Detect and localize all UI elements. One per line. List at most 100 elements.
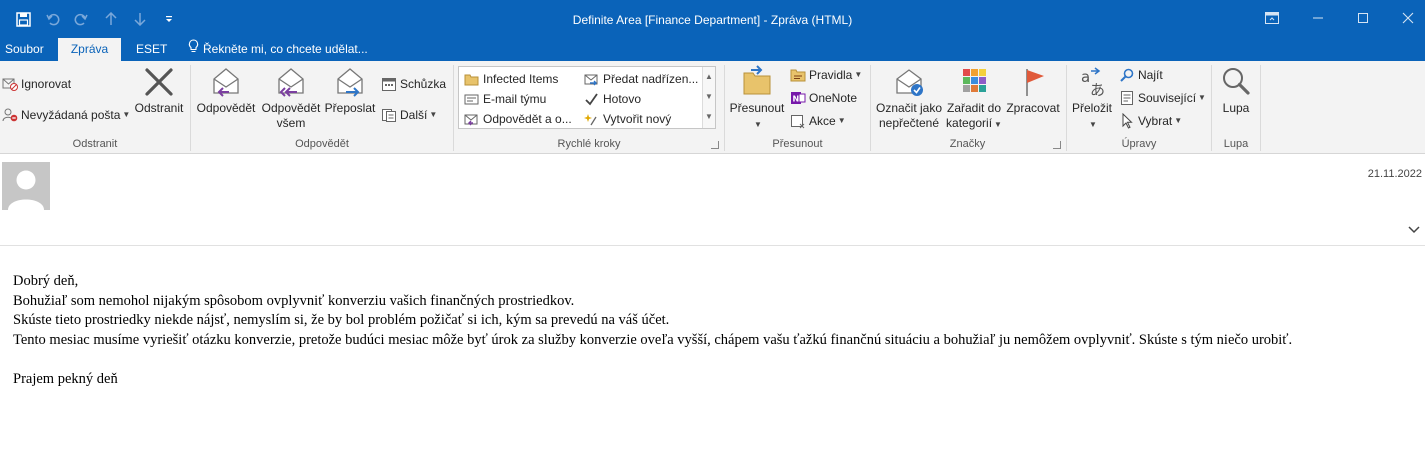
magnifier-icon: [1213, 65, 1259, 99]
tell-me-search[interactable]: Řekněte mi, co chcete udělat...: [188, 38, 368, 61]
delete-button[interactable]: Odstranit: [132, 65, 186, 116]
body-line: Tento mesiac musíme vyriešiť otázku konv…: [13, 331, 1293, 348]
junk-button[interactable]: Nevyžádaná pošta ▼: [2, 106, 130, 124]
mark-unread-button[interactable]: Označit jako nepřečtené: [874, 65, 944, 131]
meeting-button[interactable]: Schůzka: [381, 75, 446, 93]
quick-step-infected-items[interactable]: Infected Items: [463, 70, 558, 88]
chevron-down-icon: ▼: [122, 110, 131, 119]
ribbon-tabs: Soubor Zpráva ESET Řekněte mi, co chcete…: [0, 38, 1425, 61]
flag-icon: [1004, 65, 1062, 99]
meeting-calendar-icon: [381, 76, 397, 92]
search-icon: [1119, 67, 1135, 83]
folder-icon: [463, 71, 479, 87]
translate-icon: aあ: [1068, 65, 1116, 99]
lightbulb-icon: [188, 38, 199, 61]
rules-icon: [790, 67, 806, 83]
checkmark-icon: [583, 91, 599, 107]
reply-icon: [195, 65, 257, 99]
header-divider: [0, 245, 1425, 246]
tell-me-label: Řekněte mi, co chcete udělat...: [203, 42, 368, 56]
close-icon[interactable]: [1396, 8, 1420, 28]
chevron-down-icon: ▼: [854, 70, 863, 79]
onenote-button[interactable]: N OneNote: [790, 89, 857, 107]
related-button[interactable]: Související ▼: [1119, 89, 1206, 107]
quick-steps-launcher-icon[interactable]: [711, 141, 719, 149]
chevron-down-icon: ▼: [837, 116, 846, 125]
related-icon: [1119, 90, 1135, 106]
tab-soubor[interactable]: Soubor: [5, 38, 44, 61]
expand-header-chevron-icon[interactable]: [1407, 222, 1421, 236]
body-line: Dobrý deň,: [13, 273, 79, 289]
reply-all-button[interactable]: Odpovědět všem: [259, 65, 323, 131]
forward-button[interactable]: Přeposlat: [323, 65, 377, 116]
reply-button[interactable]: Odpovědět: [195, 65, 257, 116]
move-folder-icon: [728, 65, 786, 99]
mark-unread-icon: [874, 65, 944, 99]
svg-text:あ: あ: [1090, 81, 1105, 99]
delete-x-icon: [132, 65, 186, 99]
actions-icon: [790, 113, 806, 129]
sender-avatar: [2, 162, 50, 210]
group-divider: [1260, 65, 1261, 151]
translate-button[interactable]: aあ Přeložit ▼: [1068, 65, 1116, 132]
quick-step-reply-delete[interactable]: Odpovědět a o...: [463, 110, 572, 128]
forward-manager-icon: [583, 71, 599, 87]
group-label-tags: Značky: [949, 138, 986, 150]
categorize-button[interactable]: Zařadit do kategorií ▼: [944, 65, 1004, 132]
quick-step-to-manager[interactable]: Předat nadřízen...: [583, 70, 698, 88]
svg-text:a: a: [1081, 68, 1090, 86]
actions-button[interactable]: Akce ▼: [790, 112, 846, 130]
svg-text:N: N: [793, 95, 800, 104]
categorize-icon: [944, 65, 1004, 99]
find-button[interactable]: Najít: [1119, 66, 1163, 84]
quick-step-team-email[interactable]: E-mail týmu: [463, 90, 546, 108]
quick-step-done[interactable]: Hotovo: [583, 90, 641, 108]
more-icon: [381, 107, 397, 123]
message-date: 21.11.2022: [1367, 168, 1422, 180]
chevron-down-icon: ▼: [754, 120, 762, 129]
follow-up-button[interactable]: Zpracovat: [1004, 65, 1062, 116]
reply-all-icon: [259, 65, 323, 99]
ribbon-display-options-icon[interactable]: [1260, 8, 1284, 28]
chevron-down-icon: ▼: [994, 120, 1002, 129]
more-respond-button[interactable]: Další ▼: [381, 106, 437, 124]
ignore-button[interactable]: Ignorovat: [2, 75, 71, 93]
quick-step-create-new[interactable]: Vytvořit nový: [583, 110, 671, 128]
move-button[interactable]: Přesunout ▼: [728, 65, 786, 132]
group-label-delete: Odstranit: [72, 138, 118, 150]
junk-icon: [2, 107, 18, 123]
group-label-move: Přesunout: [772, 138, 823, 150]
closing-line: Prajem pekný deň: [13, 370, 118, 387]
chevron-down-icon: ▼: [429, 110, 438, 119]
gallery-expand-icon[interactable]: ▼: [703, 107, 715, 127]
tab-eset[interactable]: ESET: [136, 38, 167, 61]
forward-icon: [323, 65, 377, 99]
chevron-down-icon: ▼: [1174, 116, 1183, 125]
zoom-button[interactable]: Lupa: [1213, 65, 1259, 116]
quick-steps-scrollbar[interactable]: ▲ ▼ ▼: [702, 67, 715, 128]
person-icon: [8, 170, 44, 210]
team-email-icon: [463, 91, 479, 107]
minimize-icon[interactable]: [1306, 8, 1330, 28]
select-button[interactable]: Vybrat ▼: [1119, 112, 1182, 130]
tags-launcher-icon[interactable]: [1053, 141, 1061, 149]
rules-button[interactable]: Pravidla ▼: [790, 66, 862, 84]
sparkle-icon: [583, 111, 599, 127]
window-title: Definite Area [Finance Department] - Zpr…: [572, 13, 853, 27]
body-line: Bohužiaľ som nemohol nijakým spôsobom ov…: [13, 292, 575, 309]
group-label-respond: Odpovědět: [295, 138, 349, 150]
scroll-up-icon[interactable]: ▲: [703, 67, 715, 87]
onenote-icon: N: [790, 90, 806, 106]
chevron-down-icon: ▼: [1089, 120, 1097, 129]
tab-zprava[interactable]: Zpráva: [58, 38, 121, 61]
scroll-down-icon[interactable]: ▼: [703, 87, 715, 107]
group-label-zoom: Lupa: [1223, 138, 1249, 150]
reply-delete-icon: [463, 111, 479, 127]
body-line: Skúste tieto prostriedky niekde nájsť, n…: [13, 312, 670, 328]
group-label-editing: Úpravy: [1121, 138, 1157, 150]
maximize-icon[interactable]: [1351, 8, 1375, 28]
ribbon: Ignorovat Nevyžádaná pošta ▼ Odstranit Od…: [0, 61, 1425, 154]
title-bar: Definite Area [Finance Department] - Zpr…: [0, 0, 1425, 38]
chevron-down-icon: ▼: [1198, 93, 1206, 102]
